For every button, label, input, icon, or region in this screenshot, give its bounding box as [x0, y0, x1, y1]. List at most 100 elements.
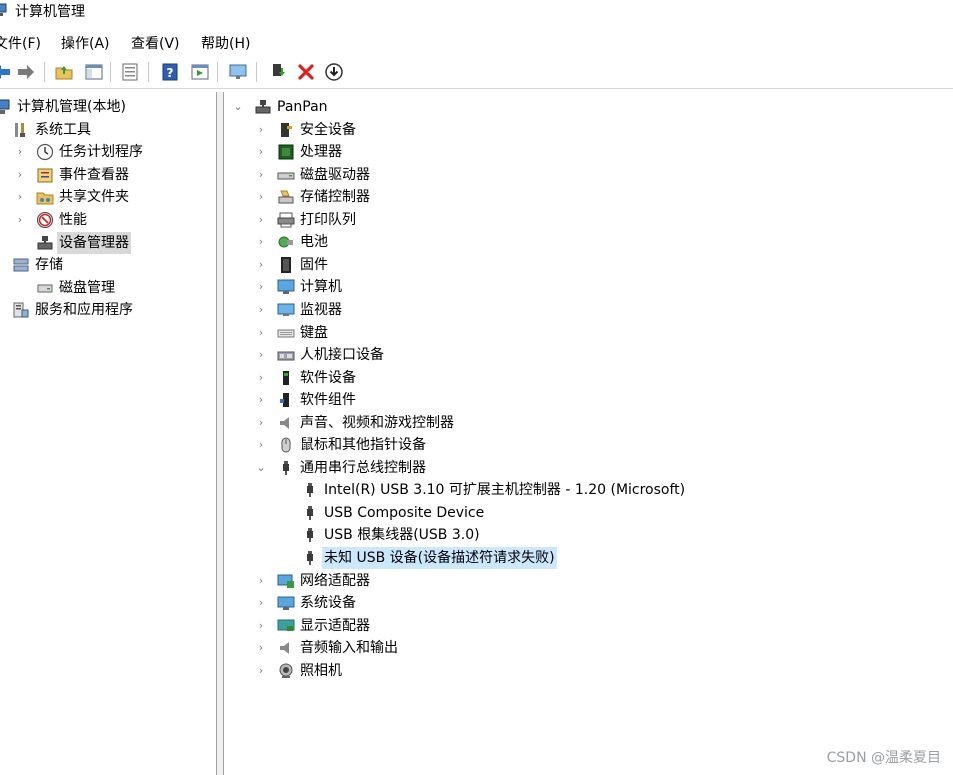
- tree-item-label: 设备管理器: [57, 231, 131, 254]
- collapse-chevron-icon[interactable]: ›: [255, 637, 267, 659]
- device-category[interactable]: › 显示适配器: [224, 615, 953, 637]
- device-tree-root[interactable]: ⌄ PanPan: [224, 96, 953, 118]
- hid-icon: [277, 351, 295, 361]
- console-tree-item[interactable]: 磁盘管理: [0, 277, 216, 299]
- console-tree-item[interactable]: 设备管理器: [0, 231, 216, 254]
- device-category[interactable]: › 键盘: [224, 322, 953, 344]
- enable-device-icon[interactable]: [324, 62, 344, 82]
- computer-icon: [277, 279, 295, 295]
- device-category[interactable]: › 鼠标和其他指针设备: [224, 434, 953, 456]
- device-category[interactable]: ⌄ 通用串行总线控制器: [224, 457, 953, 479]
- console-tree-item[interactable]: 存储: [0, 254, 216, 276]
- expand-chevron-icon[interactable]: ⌄: [232, 96, 244, 118]
- console-tree-item[interactable]: › 事件查看器: [0, 164, 216, 186]
- device-category[interactable]: › 磁盘驱动器: [224, 164, 953, 186]
- collapse-chevron-icon[interactable]: ›: [255, 299, 267, 321]
- console-tree-item[interactable]: 计算机管理(本地): [0, 96, 216, 118]
- device-category[interactable]: › 存储控制器: [224, 186, 953, 208]
- collapse-chevron-icon[interactable]: ›: [255, 367, 267, 389]
- tree-item-label: 安全设备: [300, 121, 356, 138]
- usb-device-icon: [307, 551, 313, 565]
- device-category[interactable]: › 固件: [224, 254, 953, 276]
- collapse-chevron-icon[interactable]: ›: [14, 164, 26, 186]
- collapse-chevron-icon[interactable]: ›: [255, 434, 267, 456]
- usb-device-item[interactable]: USB Composite Device: [224, 502, 953, 524]
- help-icon[interactable]: ?: [160, 62, 180, 82]
- device-category[interactable]: › 音频输入和输出: [224, 637, 953, 659]
- collapse-chevron-icon[interactable]: ›: [255, 412, 267, 434]
- device-category[interactable]: › 人机接口设备: [224, 344, 953, 366]
- collapse-chevron-icon[interactable]: ›: [255, 164, 267, 186]
- console-tree-item[interactable]: › 性能: [0, 209, 216, 231]
- scan-hardware-icon[interactable]: [228, 62, 248, 82]
- tree-item-label: 磁盘驱动器: [300, 166, 370, 183]
- collapse-chevron-icon[interactable]: ›: [255, 344, 267, 366]
- tree-item-label: 存储: [35, 257, 63, 274]
- tree-item-label: 通用串行总线控制器: [300, 459, 426, 476]
- expand-chevron-icon[interactable]: ⌄: [255, 457, 267, 479]
- collapse-chevron-icon[interactable]: ›: [255, 119, 267, 141]
- collapse-chevron-icon[interactable]: ›: [255, 615, 267, 637]
- tools-icon: [15, 122, 25, 137]
- menu-bar: 文件(F) 操作(A) 查看(V) 帮助(H): [0, 30, 953, 54]
- console-tree-item[interactable]: › 任务计划程序: [0, 141, 216, 163]
- device-category[interactable]: › 照相机: [224, 660, 953, 682]
- collapse-chevron-icon[interactable]: ›: [255, 231, 267, 253]
- device-category[interactable]: › 电池: [224, 231, 953, 253]
- device-category[interactable]: › 网络适配器: [224, 570, 953, 592]
- shared-folder-icon: [36, 192, 54, 205]
- usb-device-item[interactable]: 未知 USB 设备(设备描述符请求失败): [224, 547, 953, 569]
- menu-action[interactable]: 操作(A): [61, 33, 110, 53]
- collapse-chevron-icon[interactable]: ›: [14, 209, 26, 231]
- back-arrow-icon[interactable]: [0, 62, 12, 82]
- device-category[interactable]: › 计算机: [224, 276, 953, 298]
- collapse-chevron-icon[interactable]: ›: [255, 141, 267, 163]
- collapse-chevron-icon[interactable]: ›: [255, 592, 267, 614]
- pane-splitter[interactable]: [216, 92, 224, 775]
- device-category[interactable]: › 监视器: [224, 299, 953, 321]
- uninstall-x-icon[interactable]: [296, 62, 316, 82]
- device-category[interactable]: › 声音、视频和游戏控制器: [224, 412, 953, 434]
- tree-item-label: USB 根集线器(USB 3.0): [324, 527, 480, 544]
- console-tree-item[interactable]: 系统工具: [0, 119, 216, 141]
- collapse-chevron-icon[interactable]: ›: [14, 141, 26, 163]
- processor-icon: [278, 144, 294, 160]
- software-device-icon: [283, 370, 289, 385]
- keyboard-icon: [277, 329, 295, 337]
- collapse-chevron-icon[interactable]: ›: [255, 389, 267, 411]
- collapse-chevron-icon[interactable]: ›: [255, 209, 267, 231]
- computer-manage-icon: [0, 3, 7, 16]
- console-tree: 计算机管理(本地) 系统工具 › 任务计划程序 › 事件查看器 › 共享文件夹 › 性能 设备管理器…: [0, 92, 216, 775]
- device-category[interactable]: › 安全设备: [224, 119, 953, 141]
- up-folder-icon[interactable]: [54, 62, 74, 82]
- device-category[interactable]: › 软件组件: [224, 389, 953, 411]
- usb-device-item[interactable]: USB 根集线器(USB 3.0): [224, 524, 953, 546]
- menu-view[interactable]: 查看(V): [131, 33, 180, 53]
- device-category[interactable]: › 打印队列: [224, 209, 953, 231]
- disk-drive-icon: [277, 172, 295, 180]
- device-category[interactable]: › 系统设备: [224, 592, 953, 614]
- show-hide-tree-icon[interactable]: [84, 62, 104, 82]
- collapse-chevron-icon[interactable]: ›: [255, 322, 267, 344]
- device-category[interactable]: › 处理器: [224, 141, 953, 163]
- update-driver-icon[interactable]: [268, 62, 288, 82]
- collapse-chevron-icon[interactable]: ›: [255, 186, 267, 208]
- tree-item-label: 软件设备: [300, 369, 356, 386]
- collapse-chevron-icon[interactable]: ›: [14, 186, 26, 208]
- device-category[interactable]: › 软件设备: [224, 367, 953, 389]
- collapse-chevron-icon[interactable]: ›: [255, 254, 267, 276]
- console-tree-item[interactable]: 服务和应用程序: [0, 299, 216, 321]
- menu-file[interactable]: 文件(F): [0, 33, 41, 53]
- collapse-chevron-icon[interactable]: ›: [255, 570, 267, 592]
- action-pane-icon[interactable]: [190, 62, 210, 82]
- usb-device-item[interactable]: Intel(R) USB 3.10 可扩展主机控制器 - 1.20 (Micro…: [224, 479, 953, 501]
- console-tree-item[interactable]: › 共享文件夹: [0, 186, 216, 208]
- audio-io-icon: [280, 642, 289, 655]
- tree-item-label: PanPan: [277, 99, 328, 115]
- properties-icon[interactable]: [120, 62, 140, 82]
- forward-arrow-icon[interactable]: [16, 62, 36, 82]
- menu-help[interactable]: 帮助(H): [201, 33, 250, 53]
- collapse-chevron-icon[interactable]: ›: [255, 276, 267, 298]
- disk-icon: [37, 284, 53, 293]
- collapse-chevron-icon[interactable]: ›: [255, 660, 267, 682]
